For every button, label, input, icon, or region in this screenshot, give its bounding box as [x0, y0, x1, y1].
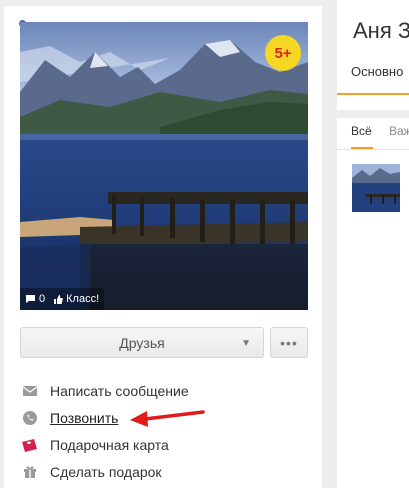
like-button[interactable]: Класс!	[53, 293, 99, 305]
send-message-action[interactable]: Написать сообщение	[20, 377, 310, 404]
profile-left-column: 5+ 0 Класс! Друзья ▼ ••• Написать сообще…	[4, 6, 322, 488]
make-gift-label: Сделать подарок	[50, 463, 162, 480]
profile-photo-image	[20, 22, 308, 310]
feed-photo-thumbnail[interactable]	[352, 164, 400, 212]
envelope-icon	[20, 383, 40, 399]
chevron-down-icon: ▼	[241, 338, 251, 349]
profile-name: Аня З	[353, 18, 409, 43]
profile-right-column: Аня З Основно Всё Важ	[337, 0, 409, 488]
profile-photo[interactable]: 5+ 0 Класс!	[20, 22, 308, 310]
thumbs-up-icon	[54, 294, 63, 304]
tab-active-underline	[337, 93, 409, 95]
red-arrow-annotation	[130, 410, 205, 427]
feed-tab-all[interactable]: Всё	[351, 124, 372, 138]
friendship-controls: Друзья ▼ •••	[20, 327, 308, 358]
call-label: Позвонить	[50, 409, 119, 426]
profile-actions-list: Написать сообщение Позвонить Подарочная …	[20, 377, 310, 485]
photo-stats-bar: 0 Класс!	[20, 288, 105, 310]
comments-counter[interactable]: 0	[25, 293, 45, 305]
phone-icon	[20, 410, 40, 426]
gift-card-icon	[20, 437, 40, 453]
comments-count: 0	[39, 293, 46, 305]
make-gift-action[interactable]: Сделать подарок	[20, 458, 310, 485]
gift-card-action[interactable]: Подарочная карта	[20, 431, 310, 458]
gift-icon	[20, 464, 40, 480]
like-label: Класс!	[66, 293, 100, 305]
feed-tab-important[interactable]: Важ	[389, 124, 409, 138]
send-message-label: Написать сообщение	[50, 382, 189, 399]
tab-main[interactable]: Основно	[351, 64, 403, 79]
comment-icon	[26, 295, 35, 303]
section-divider	[337, 110, 409, 118]
age-rating-badge: 5+	[265, 35, 301, 71]
gift-card-label: Подарочная карта	[50, 436, 169, 453]
more-options-button[interactable]: •••	[270, 327, 308, 358]
friends-button-label: Друзья	[119, 334, 165, 351]
feed-tabs-divider	[337, 149, 409, 150]
friends-dropdown-button[interactable]: Друзья ▼	[20, 327, 264, 358]
